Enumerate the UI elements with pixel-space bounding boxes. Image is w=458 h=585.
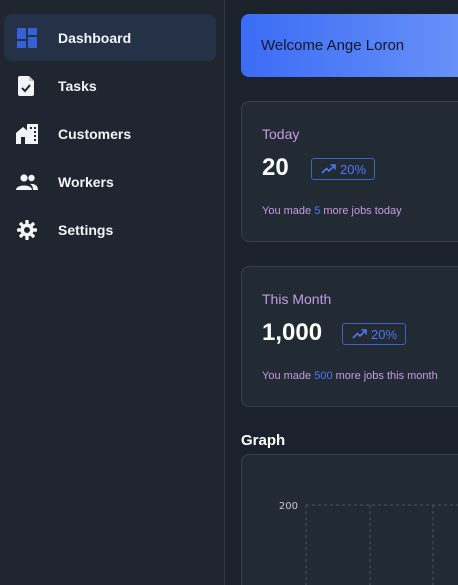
sidebar-item-workers[interactable]: Workers bbox=[4, 158, 216, 205]
stat-card-month: This Month 1,000 20% You made 500 more j… bbox=[241, 266, 458, 407]
graph-title: Graph bbox=[241, 432, 286, 449]
gear-icon bbox=[16, 219, 38, 241]
sidebar-item-settings[interactable]: Settings bbox=[4, 206, 216, 253]
welcome-text: Welcome Ange Loron bbox=[261, 37, 405, 54]
task-file-icon bbox=[16, 75, 38, 97]
sidebar-item-label: Tasks bbox=[58, 77, 97, 94]
card-note: You made 500 more jobs this month bbox=[262, 370, 438, 382]
badge-text: 20% bbox=[371, 326, 398, 342]
sidebar-item-label: Workers bbox=[58, 173, 114, 190]
main-content: Welcome Ange Loron Today 20 20% You made… bbox=[225, 0, 458, 585]
sidebar-item-label: Settings bbox=[58, 221, 114, 238]
sidebar-item-dashboard[interactable]: Dashboard bbox=[4, 14, 216, 61]
note-highlight: 500 bbox=[314, 370, 333, 382]
note-text: more jobs this month bbox=[332, 370, 438, 382]
badge-text: 20% bbox=[340, 161, 367, 177]
dashboard-icon bbox=[16, 27, 38, 49]
trend-badge: 20% bbox=[311, 158, 376, 180]
trending-up-icon bbox=[321, 164, 336, 174]
sidebar-item-label: Customers bbox=[58, 125, 132, 142]
card-title: Today bbox=[262, 126, 300, 142]
stat-card-today: Today 20 20% You made 5 more jobs today bbox=[241, 101, 458, 242]
building-icon bbox=[16, 123, 38, 145]
y-tick-label: 200 bbox=[279, 501, 298, 512]
sidebar-item-label: Dashboard bbox=[58, 29, 132, 46]
graph-panel: 200 bbox=[241, 454, 458, 585]
sidebar-item-tasks[interactable]: Tasks bbox=[4, 62, 216, 109]
trend-badge: 20% bbox=[342, 323, 407, 345]
card-value: 20 bbox=[262, 154, 289, 181]
card-title: This Month bbox=[262, 291, 332, 307]
card-value: 1,000 bbox=[262, 319, 323, 346]
graph-canvas: 200 bbox=[279, 501, 458, 585]
welcome-banner: Welcome Ange Loron bbox=[241, 14, 458, 77]
trending-up-icon bbox=[352, 329, 367, 339]
card-note: You made 5 more jobs today bbox=[262, 205, 402, 217]
sidebar: Dashboard Tasks Customers Workers Settin… bbox=[0, 0, 225, 585]
note-text: You made bbox=[262, 205, 315, 217]
note-text: You made bbox=[262, 370, 315, 382]
sidebar-item-customers[interactable]: Customers bbox=[4, 110, 216, 157]
people-icon bbox=[16, 171, 38, 193]
note-text: more jobs today bbox=[320, 205, 402, 217]
